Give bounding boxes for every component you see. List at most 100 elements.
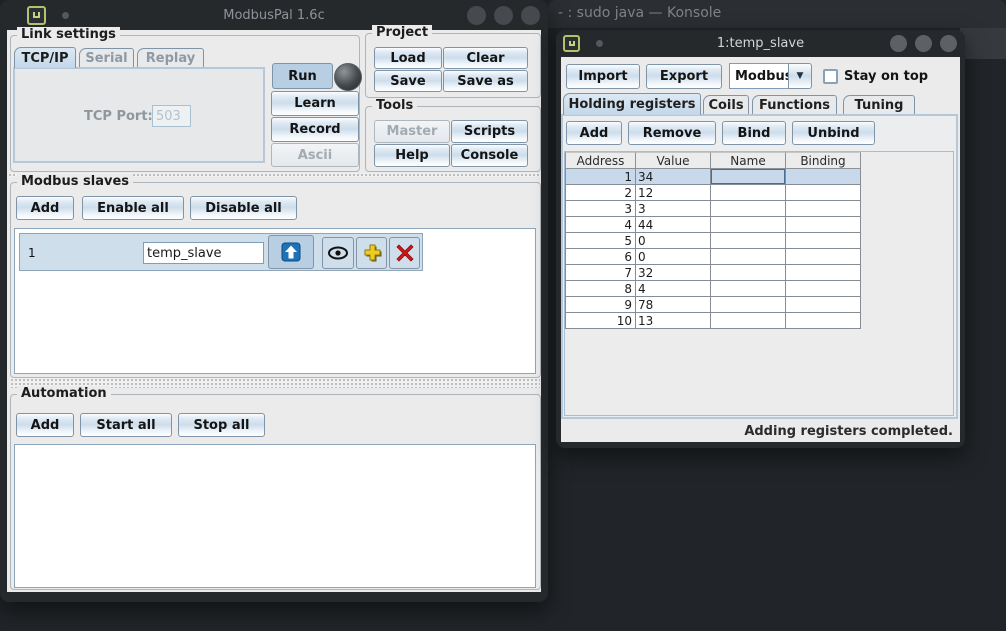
table-row[interactable]: 134 — [565, 169, 861, 185]
column-header-name[interactable]: Name — [711, 152, 786, 169]
stop-all-button[interactable]: Stop all — [178, 413, 265, 437]
table-cell-val[interactable]: 44 — [636, 217, 711, 233]
protocol-combobox[interactable]: Modbus ▼ — [729, 63, 812, 89]
table-cell-bnd[interactable] — [786, 265, 861, 281]
temp-slave-titlebar[interactable]: 1:temp_slave — [556, 30, 965, 57]
table-cell-addr[interactable]: 10 — [565, 313, 636, 329]
table-row[interactable]: 1013 — [565, 313, 861, 329]
table-cell-val[interactable]: 78 — [636, 297, 711, 313]
table-cell-val[interactable]: 12 — [636, 185, 711, 201]
tab-tcpip[interactable]: TCP/IP — [14, 47, 76, 68]
table-cell-val[interactable]: 3 — [636, 201, 711, 217]
table-cell-addr[interactable]: 4 — [565, 217, 636, 233]
stay-on-top-checkbox[interactable] — [823, 69, 838, 84]
table-cell-bnd[interactable] — [786, 249, 861, 265]
minimize-button[interactable] — [467, 6, 486, 25]
tab-holding-registers[interactable]: Holding registers — [563, 93, 701, 115]
table-cell-nm[interactable] — [711, 233, 786, 249]
register-bind-button[interactable]: Bind — [722, 121, 786, 145]
window-menu-icon[interactable] — [27, 6, 46, 25]
table-row[interactable]: 60 — [565, 249, 861, 265]
table-cell-bnd[interactable] — [786, 217, 861, 233]
save-button[interactable]: Save — [374, 70, 442, 92]
table-cell-addr[interactable]: 7 — [565, 265, 636, 281]
table-cell-val[interactable]: 4 — [636, 281, 711, 297]
table-row[interactable]: 84 — [565, 281, 861, 297]
export-button[interactable]: Export — [646, 64, 722, 89]
stay-on-top-label[interactable]: Stay on top — [844, 69, 928, 84]
table-cell-addr[interactable]: 9 — [565, 297, 636, 313]
register-remove-button[interactable]: Remove — [628, 121, 716, 145]
table-cell-addr[interactable]: 1 — [565, 169, 636, 185]
table-cell-val[interactable]: 0 — [636, 233, 711, 249]
enable-all-button[interactable]: Enable all — [82, 196, 184, 220]
tcp-port-input[interactable] — [152, 105, 191, 127]
registers-scrollpane[interactable]: Address Value Name Binding 1342123344450… — [564, 151, 954, 416]
table-row[interactable]: 33 — [565, 201, 861, 217]
load-button[interactable]: Load — [374, 47, 442, 69]
table-row[interactable]: 978 — [565, 297, 861, 313]
tab-replay[interactable]: Replay — [137, 48, 204, 68]
table-cell-bnd[interactable] — [786, 313, 861, 329]
table-cell-bnd[interactable] — [786, 185, 861, 201]
slave-delete-button[interactable] — [389, 237, 420, 269]
table-cell-bnd[interactable] — [786, 297, 861, 313]
table-cell-val[interactable]: 34 — [636, 169, 711, 185]
table-row[interactable]: 732 — [565, 265, 861, 281]
table-cell-nm[interactable] — [711, 281, 786, 297]
table-cell-addr[interactable]: 5 — [565, 233, 636, 249]
table-cell-bnd[interactable] — [786, 169, 861, 185]
chevron-down-icon[interactable]: ▼ — [788, 63, 812, 89]
slave-enabled-toggle[interactable] — [268, 235, 314, 269]
table-cell-val[interactable]: 0 — [636, 249, 711, 265]
table-cell-nm[interactable] — [711, 201, 786, 217]
window-menu-icon[interactable] — [563, 35, 580, 52]
import-button[interactable]: Import — [566, 64, 640, 89]
table-cell-nm[interactable] — [711, 265, 786, 281]
table-cell-nm[interactable] — [711, 297, 786, 313]
table-cell-val[interactable]: 32 — [636, 265, 711, 281]
table-cell-nm[interactable] — [711, 185, 786, 201]
slave-duplicate-button[interactable] — [356, 237, 387, 269]
disable-all-button[interactable]: Disable all — [190, 196, 297, 220]
table-cell-addr[interactable]: 2 — [565, 185, 636, 201]
table-cell-nm[interactable] — [711, 217, 786, 233]
run-button[interactable]: Run — [272, 63, 333, 89]
table-row[interactable]: 50 — [565, 233, 861, 249]
column-header-value[interactable]: Value — [636, 152, 711, 169]
record-button[interactable]: Record — [271, 117, 359, 142]
slave-eye-button[interactable] — [322, 237, 354, 269]
tab-serial[interactable]: Serial — [79, 48, 134, 68]
close-button[interactable] — [940, 35, 957, 52]
table-cell-addr[interactable]: 3 — [565, 201, 636, 217]
column-header-binding[interactable]: Binding — [786, 152, 861, 169]
table-cell-nm[interactable] — [711, 249, 786, 265]
save-as-button[interactable]: Save as — [443, 70, 528, 92]
register-add-button[interactable]: Add — [566, 121, 622, 145]
learn-button[interactable]: Learn — [271, 91, 359, 116]
help-button[interactable]: Help — [374, 144, 450, 167]
table-cell-nm[interactable] — [711, 169, 786, 185]
automation-add-button[interactable]: Add — [16, 413, 74, 437]
registers-table-header[interactable]: Address Value Name Binding — [565, 152, 861, 169]
tab-functions[interactable]: Functions — [752, 95, 837, 115]
clear-button[interactable]: Clear — [443, 47, 528, 69]
console-button[interactable]: Console — [451, 144, 528, 167]
slave-row[interactable]: 1 — [19, 233, 423, 271]
table-cell-addr[interactable]: 6 — [565, 249, 636, 265]
start-all-button[interactable]: Start all — [80, 413, 172, 437]
table-cell-bnd[interactable] — [786, 281, 861, 297]
table-row[interactable]: 212 — [565, 185, 861, 201]
table-row[interactable]: 444 — [565, 217, 861, 233]
table-cell-val[interactable]: 13 — [636, 313, 711, 329]
table-cell-nm[interactable] — [711, 313, 786, 329]
minimize-button[interactable] — [890, 35, 907, 52]
modbuspal-titlebar[interactable]: ModbusPal 1.6c — [0, 0, 548, 30]
slave-name-input[interactable] — [143, 242, 264, 264]
maximize-button[interactable] — [494, 6, 513, 25]
table-cell-addr[interactable]: 8 — [565, 281, 636, 297]
table-cell-bnd[interactable] — [786, 233, 861, 249]
tab-tuning[interactable]: Tuning — [843, 95, 915, 115]
register-unbind-button[interactable]: Unbind — [792, 121, 875, 145]
table-cell-bnd[interactable] — [786, 201, 861, 217]
